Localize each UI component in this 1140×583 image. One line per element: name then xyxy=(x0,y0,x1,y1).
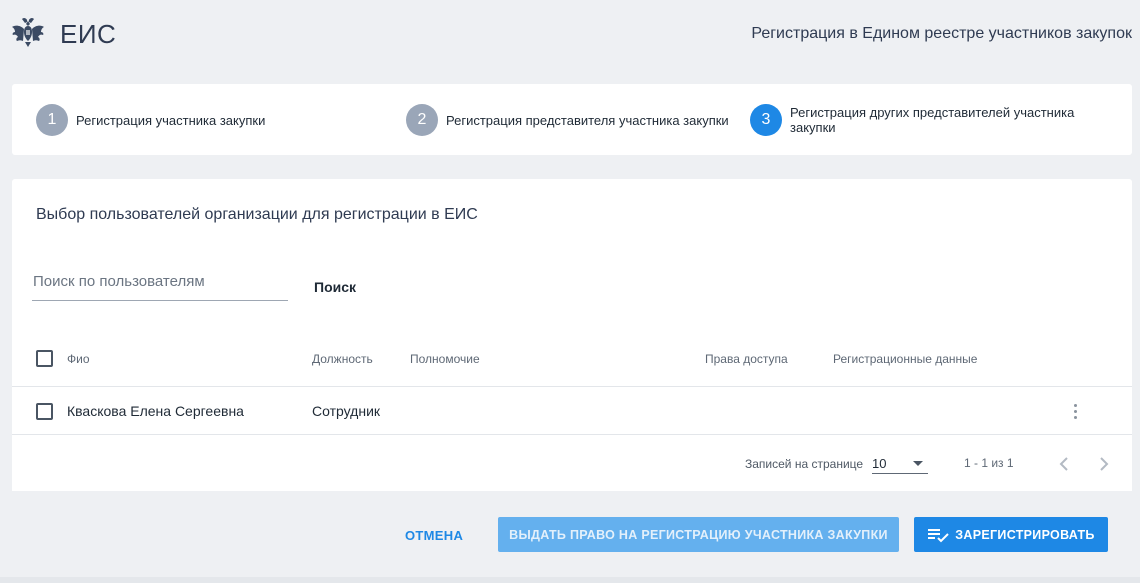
column-header-position[interactable]: Должность xyxy=(312,352,373,366)
action-footer: ОТМЕНА ВЫДАТЬ ПРАВО НА РЕГИСТРАЦИЮ УЧАСТ… xyxy=(12,491,1132,577)
chevron-right-icon[interactable] xyxy=(1096,455,1112,473)
step-3-label: Регистрация других представителей участн… xyxy=(790,105,1075,135)
more-vert-icon[interactable] xyxy=(1073,404,1079,420)
per-page-select[interactable]: 10 xyxy=(872,455,928,474)
section-title: Выбор пользователей организации для реги… xyxy=(36,206,478,223)
search-field xyxy=(32,273,289,301)
step-2-number: 2 xyxy=(406,104,438,136)
step-3[interactable]: 3 Регистрация других представителей учас… xyxy=(750,104,1090,136)
column-header-access[interactable]: Права доступа xyxy=(705,352,788,366)
coat-of-arms-icon[interactable] xyxy=(10,15,46,51)
playlist-check-icon xyxy=(928,528,950,542)
search-input[interactable] xyxy=(32,273,289,290)
column-header-reg-data[interactable]: Регистрационные данные xyxy=(833,352,977,366)
per-page-label: Записей на странице xyxy=(745,457,864,471)
step-1-label: Регистрация участника закупки xyxy=(76,112,266,128)
bottom-edge xyxy=(0,577,1140,583)
page-title: Регистрация в Едином реестре участников … xyxy=(751,25,1132,42)
register-button[interactable]: ЗАРЕГИСТРИРОВАТЬ xyxy=(914,517,1108,552)
app-header: ЕИС Регистрация в Едином реестре участни… xyxy=(0,0,1140,70)
column-header-authority[interactable]: Полномочие xyxy=(410,352,480,366)
step-2-label: Регистрация представителя участника заку… xyxy=(446,112,729,128)
registration-stepper: 1 Регистрация участника закупки 2 Регист… xyxy=(12,84,1132,155)
step-1[interactable]: 1 Регистрация участника закупки xyxy=(36,104,265,136)
dropdown-caret-icon xyxy=(913,461,923,466)
cell-fio: Кваскова Елена Сергеевна xyxy=(67,403,244,419)
row-divider xyxy=(12,434,1132,435)
step-3-number: 3 xyxy=(750,104,782,136)
chevron-left-icon[interactable] xyxy=(1056,455,1072,473)
users-card: Выбор пользователей организации для реги… xyxy=(12,179,1132,491)
select-all-checkbox[interactable] xyxy=(36,350,53,367)
grant-registration-right-button[interactable]: ВЫДАТЬ ПРАВО НА РЕГИСТРАЦИЮ УЧАСТНИКА ЗА… xyxy=(498,517,899,552)
register-button-label: ЗАРЕГИСТРИРОВАТЬ xyxy=(955,527,1095,542)
row-checkbox[interactable] xyxy=(36,403,53,420)
per-page-value: 10 xyxy=(872,456,887,471)
brand-name: ЕИС xyxy=(60,19,117,49)
step-1-number: 1 xyxy=(36,104,68,136)
search-button[interactable]: Поиск xyxy=(314,279,356,295)
column-header-fio[interactable]: Фио xyxy=(67,352,90,366)
step-2[interactable]: 2 Регистрация представителя участника за… xyxy=(406,104,729,136)
pagination-range: 1 - 1 из 1 xyxy=(964,456,1014,470)
cancel-button[interactable]: ОТМЕНА xyxy=(405,528,463,543)
header-divider xyxy=(12,386,1132,387)
cell-position: Сотрудник xyxy=(312,403,381,419)
